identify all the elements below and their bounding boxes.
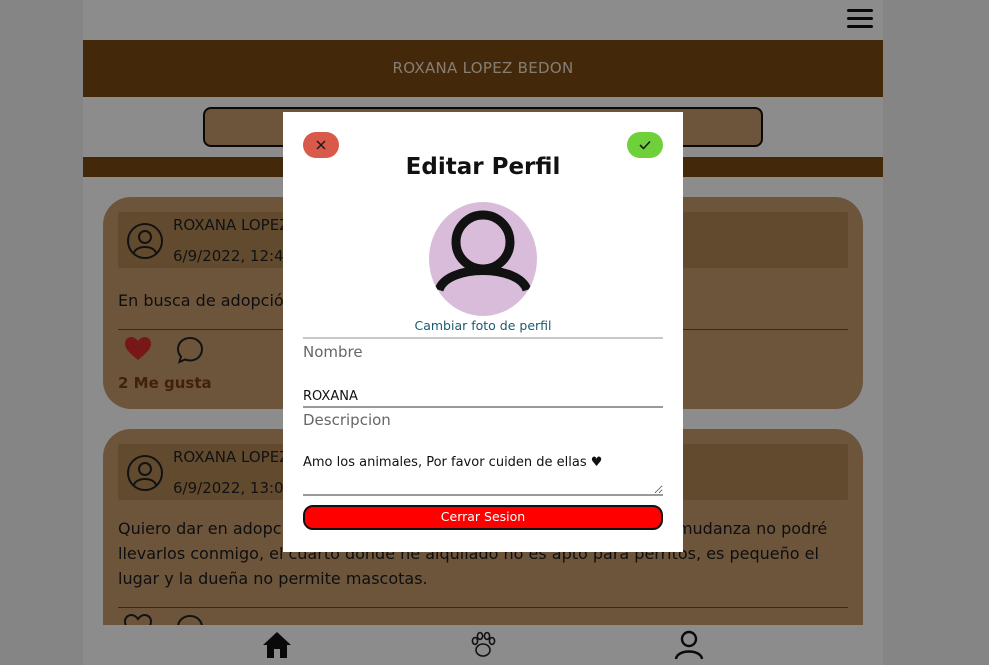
logout-button[interactable]: Cerrar Sesion: [303, 505, 663, 530]
edit-profile-modal: Editar Perfil Cambiar foto de perfil Nom…: [283, 112, 683, 552]
nombre-input[interactable]: [303, 386, 663, 408]
nombre-label: Nombre: [303, 343, 363, 361]
check-icon: [639, 140, 651, 150]
user-avatar-icon: [434, 210, 532, 293]
close-icon: [316, 140, 326, 150]
field-divider: [303, 337, 663, 339]
descripcion-label: Descripcion: [303, 411, 391, 429]
change-photo-link[interactable]: Cambiar foto de perfil: [283, 318, 683, 333]
modal-title: Editar Perfil: [405, 154, 561, 180]
descripcion-textarea[interactable]: Amo los animales, Por favor cuiden de el…: [303, 452, 663, 496]
profile-picture: [429, 202, 537, 316]
